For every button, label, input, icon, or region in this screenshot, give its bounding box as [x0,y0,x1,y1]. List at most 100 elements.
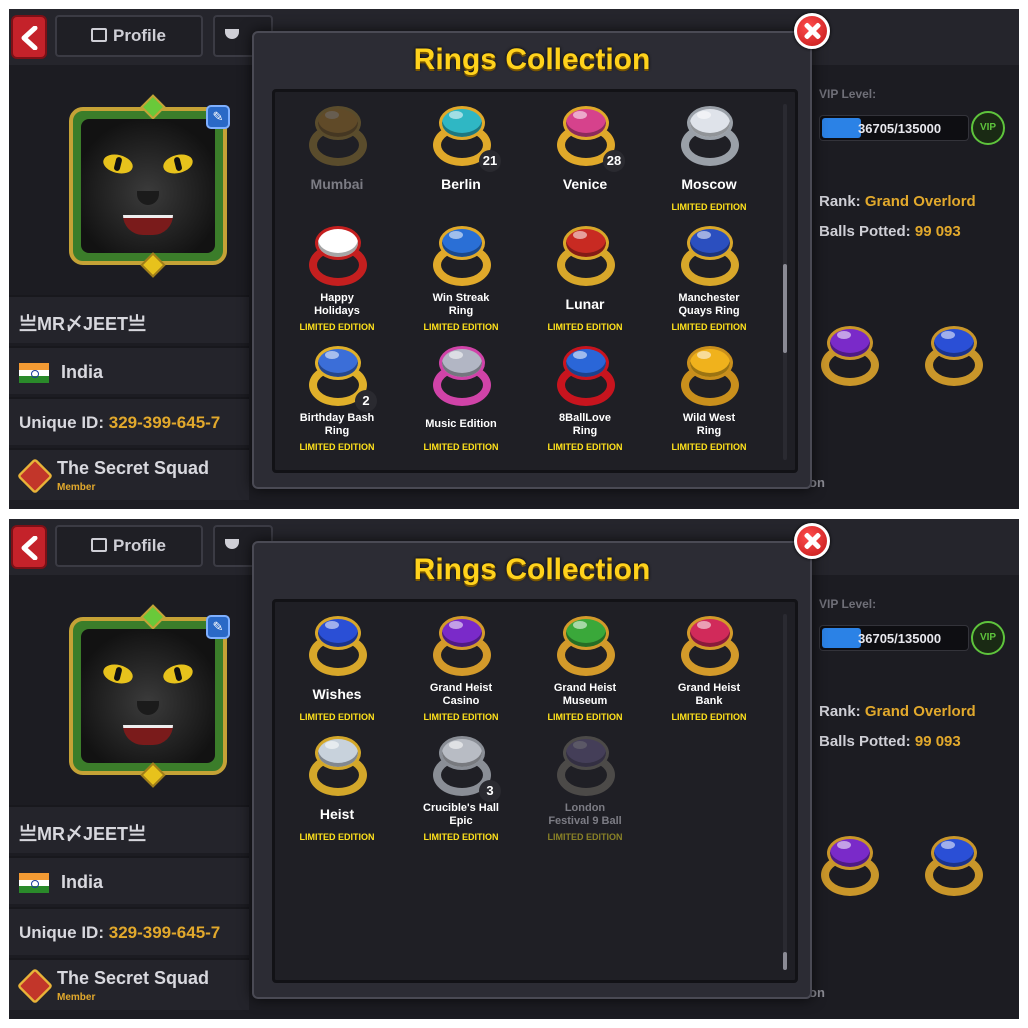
scrollbar-thumb[interactable] [783,952,787,970]
ring-name: Grand Heist Bank [677,682,741,707]
rings-grid[interactable]: Wishes LIMITED EDITION Grand Heist Casino LI… [272,599,798,983]
ring-count-badge: 2 [355,390,377,412]
close-button[interactable] [794,523,830,559]
rank-value: Grand Overlord [864,703,976,720]
country-row: India [9,856,249,904]
player-name: 亗MR〆JEET亗 [19,314,147,334]
limited-edition-label: LIMITED EDITION [671,712,747,722]
ring-item[interactable]: Moscow LIMITED EDITION [647,100,771,220]
tab-profile-label: Profile [113,26,166,45]
back-arrow-icon [21,26,38,50]
limited-edition-label: LIMITED EDITION [547,322,623,332]
limited-edition-label: LIMITED EDITION [423,442,499,452]
ring-item[interactable]: Grand Heist Casino LIMITED EDITION [399,610,523,730]
ring-item[interactable]: Manchester Quays Ring LIMITED EDITION [647,220,771,340]
club-row[interactable]: The Secret Squad Member [9,958,249,1010]
rank-value: Grand Overlord [864,193,976,210]
ring-item[interactable]: Win Streak Ring LIMITED EDITION [399,220,523,340]
ring-icon [553,342,619,408]
ring-item[interactable]: Grand Heist Museum LIMITED EDITION [523,610,647,730]
ring-item[interactable]: Heist LIMITED EDITION [275,730,399,850]
ring-count-badge: 28 [603,150,625,172]
equipped-ring-icon[interactable] [921,320,983,386]
frame-gem-icon [140,762,166,788]
balls-potted-line: Balls Potted: 99 093 [819,733,961,750]
club-name: The Secret Squad [57,458,210,478]
ring-name: Grand Heist Casino [429,682,493,707]
pencil-icon: ✎ [212,619,224,634]
player-stats-column: VIP Level: 36705/135000 VIP Rank: Grand … [809,65,1019,509]
limited-edition-label: LIMITED EDITION [423,832,499,842]
rank-line: Rank: Grand Overlord [819,193,976,210]
ring-item[interactable]: Wild West Ring LIMITED EDITION [647,340,771,460]
ring-item[interactable]: 2 Birthday Bash Ring LIMITED EDITION [275,340,399,460]
club-emblem-icon [16,457,54,495]
ring-name: Lunar [565,296,605,312]
back-button[interactable] [11,15,47,59]
limited-edition-label: LIMITED EDITION [547,442,623,452]
country-row: India [9,346,249,394]
rings-collection-modal: Rings Collection Wishes LIMITED EDITION Gr… [252,541,812,999]
edit-avatar-button[interactable]: ✎ [206,105,230,129]
vip-progress-fill [822,118,861,138]
ring-item[interactable]: 28 Venice [523,100,647,220]
tab-profile[interactable]: Profile [55,525,203,567]
avatar [69,94,227,278]
club-name: The Secret Squad [57,968,210,988]
limited-edition-label: LIMITED EDITION [671,202,747,212]
limited-edition-label: LIMITED EDITION [423,322,499,332]
limited-edition-label: LIMITED EDITION [671,442,747,452]
scrollbar-thumb[interactable] [783,264,787,354]
club-row[interactable]: The Secret Squad Member [9,448,249,500]
limited-edition-label: LIMITED EDITION [299,322,375,332]
player-info-column: ✎ 亗MR〆JEET亗 India Unique ID: 329-399-645… [9,65,249,509]
vip-badge-icon[interactable]: VIP [971,621,1005,655]
tab-profile[interactable]: Profile [55,15,203,57]
vip-level-label: VIP Level: [819,87,877,101]
unique-id-label: Unique ID: 329-399-645-7 [19,413,221,432]
scrollbar[interactable] [783,614,787,970]
ring-name: Grand Heist Museum [553,682,617,707]
back-button[interactable] [11,525,47,569]
ring-item[interactable]: Wishes LIMITED EDITION [275,610,399,730]
rings-grid[interactable]: Mumbai 21 Berlin 28 Venice Moscow LIMITED EDIT… [272,89,798,473]
close-button[interactable] [794,13,830,49]
player-stats-column: VIP Level: 36705/135000 VIP Rank: Grand … [809,575,1019,1019]
profile-card-icon [91,538,107,552]
limited-edition-label: LIMITED EDITION [423,712,499,722]
ring-item[interactable]: 21 Berlin [399,100,523,220]
ring-icon [305,732,371,798]
equipped-ring-icon[interactable] [817,830,879,896]
player-name: 亗MR〆JEET亗 [19,824,147,844]
ring-item[interactable]: 3 Crucible's Hall Epic LIMITED EDITION [399,730,523,850]
ring-item[interactable]: Grand Heist Bank LIMITED EDITION [647,610,771,730]
player-name-row: 亗MR〆JEET亗 [9,295,249,343]
balls-potted-value: 99 093 [914,223,961,240]
ring-icon [817,832,883,898]
player-info-column: ✎ 亗MR〆JEET亗 India Unique ID: 329-399-645… [9,575,249,1019]
vip-badge-icon[interactable]: VIP [971,111,1005,145]
avatar [69,604,227,788]
ring-name: Happy Holidays [314,292,360,317]
ring-item[interactable]: Mumbai [275,100,399,220]
ring-name: Mumbai [310,176,364,192]
ring-name: Birthday Bash Ring [299,412,375,437]
ring-icon [677,102,743,168]
ring-item[interactable]: Music Edition LIMITED EDITION [399,340,523,460]
rings-collection-modal: Rings Collection Mumbai 21 Berlin 28 Venice M… [252,31,812,489]
scrollbar[interactable] [783,104,787,460]
club-role: Member [57,992,96,1003]
ring-icon [817,322,883,388]
ring-item[interactable]: London Festival 9 Ball LIMITED EDITION [523,730,647,850]
ring-item[interactable]: 8BallLove Ring LIMITED EDITION [523,340,647,460]
ring-icon [429,222,495,288]
rank-line: Rank: Grand Overlord [819,703,976,720]
ring-name: Crucible's Hall Epic [423,802,499,827]
ring-item[interactable]: Happy Holidays LIMITED EDITION [275,220,399,340]
equipped-ring-icon[interactable] [817,320,879,386]
equipped-ring-icon[interactable] [921,830,983,896]
ring-item[interactable]: Lunar LIMITED EDITION [523,220,647,340]
ring-name: London Festival 9 Ball [548,802,622,827]
panther-avatar-image [81,119,215,253]
edit-avatar-button[interactable]: ✎ [206,615,230,639]
